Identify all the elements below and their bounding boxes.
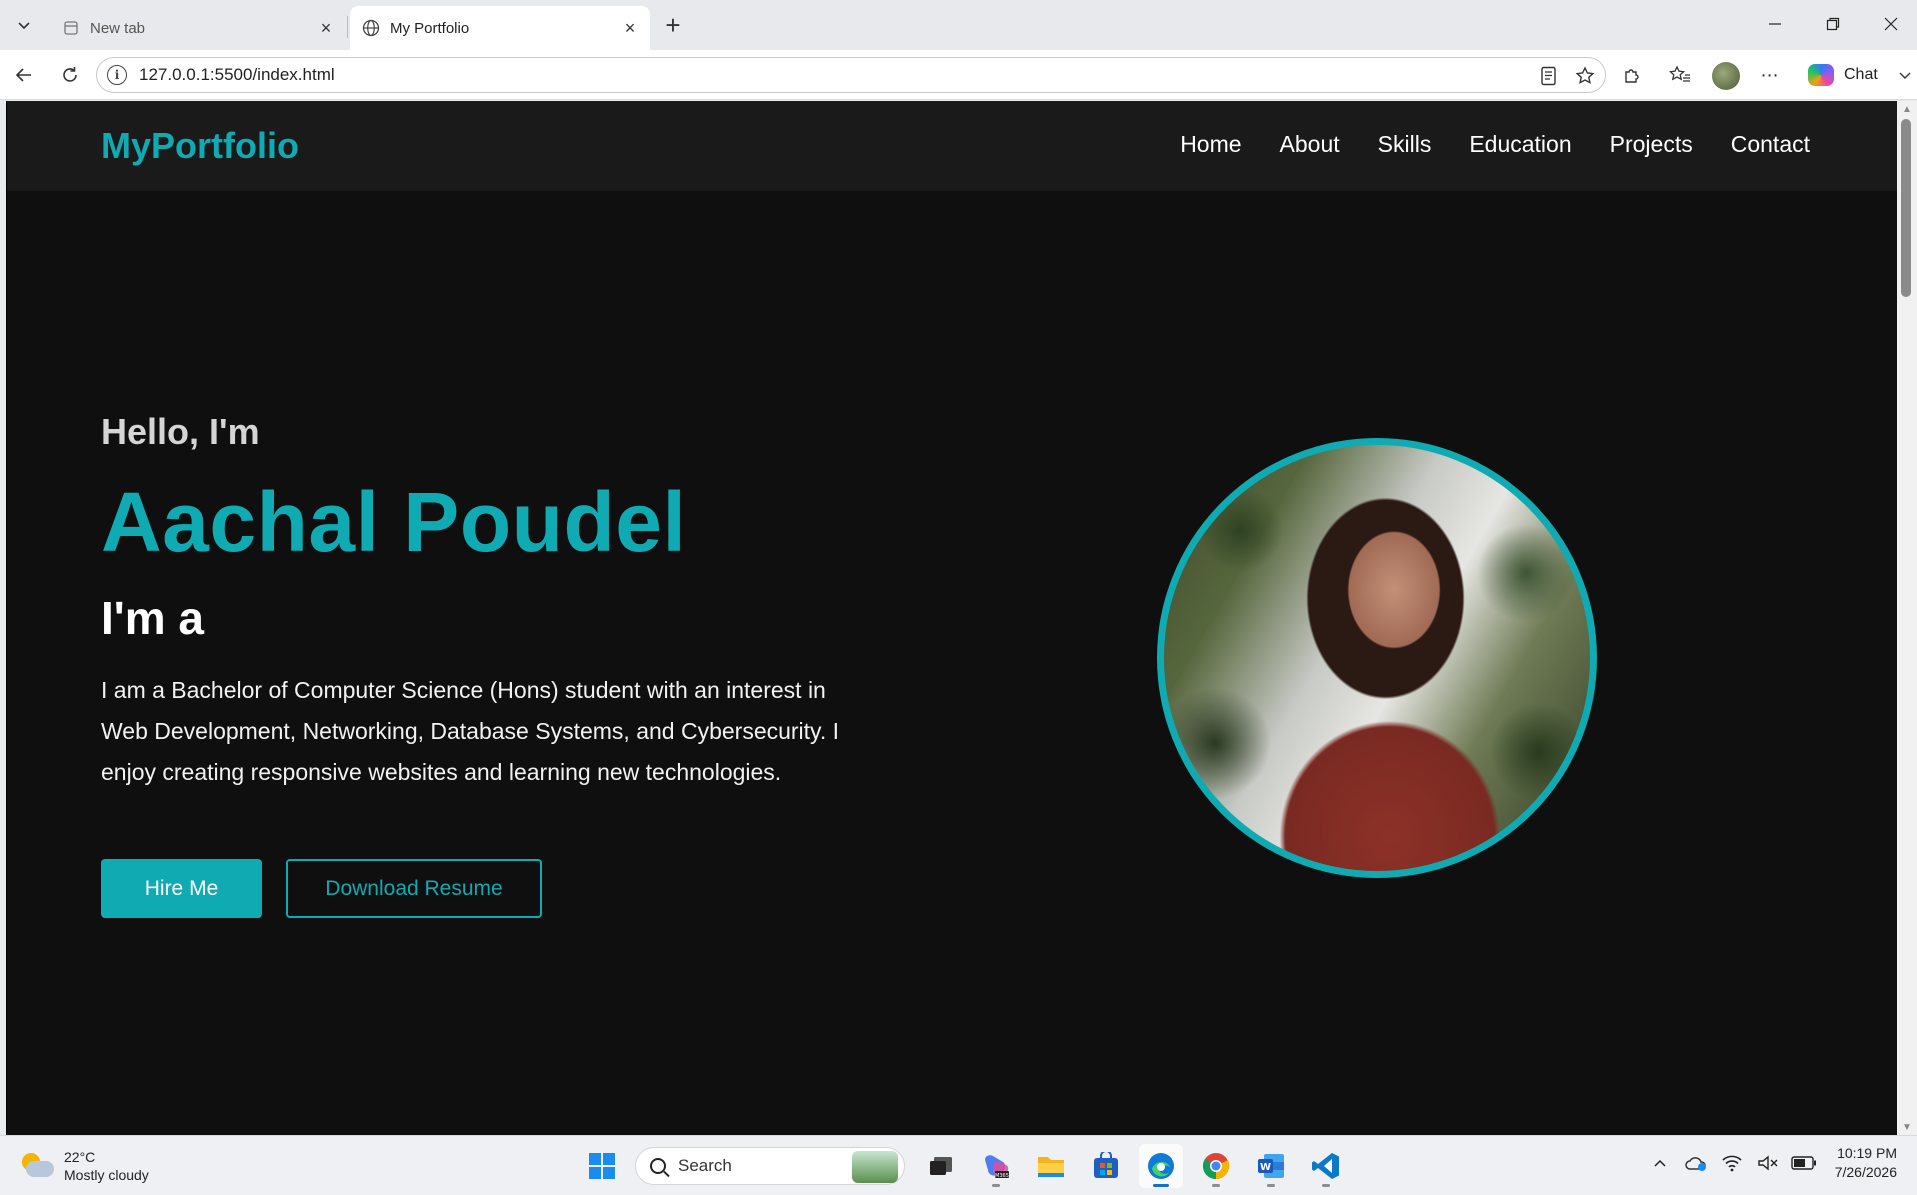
globe-icon [362,19,380,37]
refresh-button[interactable] [54,59,86,91]
svg-text:W: W [1260,1162,1271,1173]
hero-description: I am a Bachelor of Computer Science (Hon… [101,677,840,785]
microsoft-store-icon[interactable] [1084,1144,1128,1188]
new-tab-button[interactable]: + [656,10,690,40]
plus-icon: + [665,9,681,40]
word-icon[interactable]: W [1249,1144,1293,1188]
weather-temperature: 22°C [64,1149,96,1165]
scroll-thumb[interactable] [1901,119,1911,297]
copilot-chat-button[interactable]: Chat [1800,58,1912,92]
tab-list-button[interactable] [6,8,42,42]
nav-projects[interactable]: Projects [1610,131,1693,158]
profile-photo [1157,438,1597,878]
copilot-icon [1808,64,1834,86]
extensions-button[interactable] [1616,59,1648,91]
reading-view-icon[interactable] [1537,64,1561,88]
window-close-button[interactable] [1866,6,1916,42]
page-scrollbar[interactable]: ▲ ▼ [1897,101,1917,1135]
profile-avatar[interactable] [1712,62,1740,90]
scroll-down-arrow-icon[interactable]: ▼ [1901,1121,1913,1133]
hero-name: Aachal Poudel [101,475,687,569]
minimize-icon [1769,23,1781,25]
favorites-list-icon [1669,65,1690,82]
close-icon [1884,17,1898,31]
more-options-button[interactable]: ⋯ [1754,59,1786,91]
photo-foliage [1164,445,1590,871]
search-placeholder: Search [678,1156,732,1175]
nav-skills[interactable]: Skills [1378,131,1432,158]
tab-new-tab[interactable]: New tab × [50,6,346,50]
wifi-icon[interactable] [1719,1150,1745,1176]
vscode-icon[interactable] [1304,1144,1348,1188]
nav-links: Home About Skills Education Projects Con… [1180,131,1810,158]
puzzle-icon [1625,69,1639,83]
start-button[interactable] [580,1144,624,1188]
back-button[interactable] [8,59,40,91]
edge-icon[interactable] [1139,1144,1183,1188]
nav-about[interactable]: About [1280,131,1340,158]
favorites-button[interactable] [1664,59,1696,91]
svg-text:M365: M365 [995,1173,1009,1179]
minimize-button[interactable] [1750,6,1800,42]
tab-strip: New tab × My Portfolio × + [0,0,1917,50]
new-tab-page-icon [62,19,80,37]
download-resume-button[interactable]: Download Resume [286,859,542,918]
chevron-down-icon [1899,72,1911,79]
tab-divider [347,16,348,38]
refresh-icon [63,67,77,82]
battery-icon[interactable] [1791,1150,1817,1176]
site-info-icon[interactable]: i [107,65,127,85]
volume-muted-icon[interactable] [1755,1150,1781,1176]
search-icon [650,1158,666,1174]
tab-title: My Portfolio [390,19,470,37]
hero-greeting: Hello, I'm [101,411,260,452]
file-explorer-icon[interactable] [1029,1144,1073,1188]
page-viewport: MyPortfolio Home About Skills Education … [6,101,1897,1135]
browser-toolbar: i 127.0.0.1:5500/index.html ⋯ Chat [0,50,1917,100]
site-navbar: MyPortfolio Home About Skills Education … [7,101,1897,191]
close-icon[interactable]: × [316,18,336,38]
task-view-icon[interactable] [919,1144,963,1188]
clock[interactable]: 10:19 PM 7/26/2026 [1835,1144,1897,1182]
nav-home[interactable]: Home [1180,131,1241,158]
m365-copilot-icon[interactable]: M365 [974,1144,1018,1188]
clock-date: 7/26/2026 [1834,1164,1897,1180]
taskbar-search[interactable]: Search [635,1147,905,1185]
nav-education[interactable]: Education [1469,131,1571,158]
chat-label: Chat [1844,66,1878,83]
windows-logo-icon [589,1153,615,1179]
search-highlight-image [852,1151,898,1183]
tab-my-portfolio[interactable]: My Portfolio × [350,6,650,50]
chevron-down-icon [18,22,30,30]
restore-button[interactable] [1808,6,1858,42]
weather-description: Mostly cloudy [64,1167,149,1183]
close-icon[interactable]: × [620,18,640,38]
address-bar[interactable]: i 127.0.0.1:5500/index.html [96,57,1606,93]
arrow-left-icon [15,68,31,82]
onedrive-sync-icon[interactable] [1683,1150,1709,1176]
windows-taskbar: 22°C Mostly cloudy Search M365 W 10:19 P… [0,1135,1917,1195]
ellipsis-icon: ⋯ [1760,64,1780,85]
chevron-up-icon[interactable] [1647,1150,1673,1176]
address-text: 127.0.0.1:5500/index.html [139,65,335,84]
site-brand[interactable]: MyPortfolio [101,125,299,167]
system-tray: 10:19 PM 7/26/2026 [1637,1144,1897,1182]
taskbar-apps: Search M365 W [580,1144,1359,1188]
chrome-icon[interactable] [1194,1144,1238,1188]
hero-role: I'm a [101,592,204,644]
nav-contact[interactable]: Contact [1731,131,1810,158]
restore-icon [1826,17,1840,31]
favorite-star-icon[interactable] [1573,64,1597,88]
scroll-up-arrow-icon[interactable]: ▲ [1901,103,1913,115]
clock-time: 10:19 PM [1837,1145,1897,1161]
tab-title: New tab [90,19,146,37]
weather-widget[interactable]: 22°C Mostly cloudy [20,1148,149,1184]
partly-cloudy-icon [20,1153,54,1179]
hire-me-button[interactable]: Hire Me [101,859,262,918]
